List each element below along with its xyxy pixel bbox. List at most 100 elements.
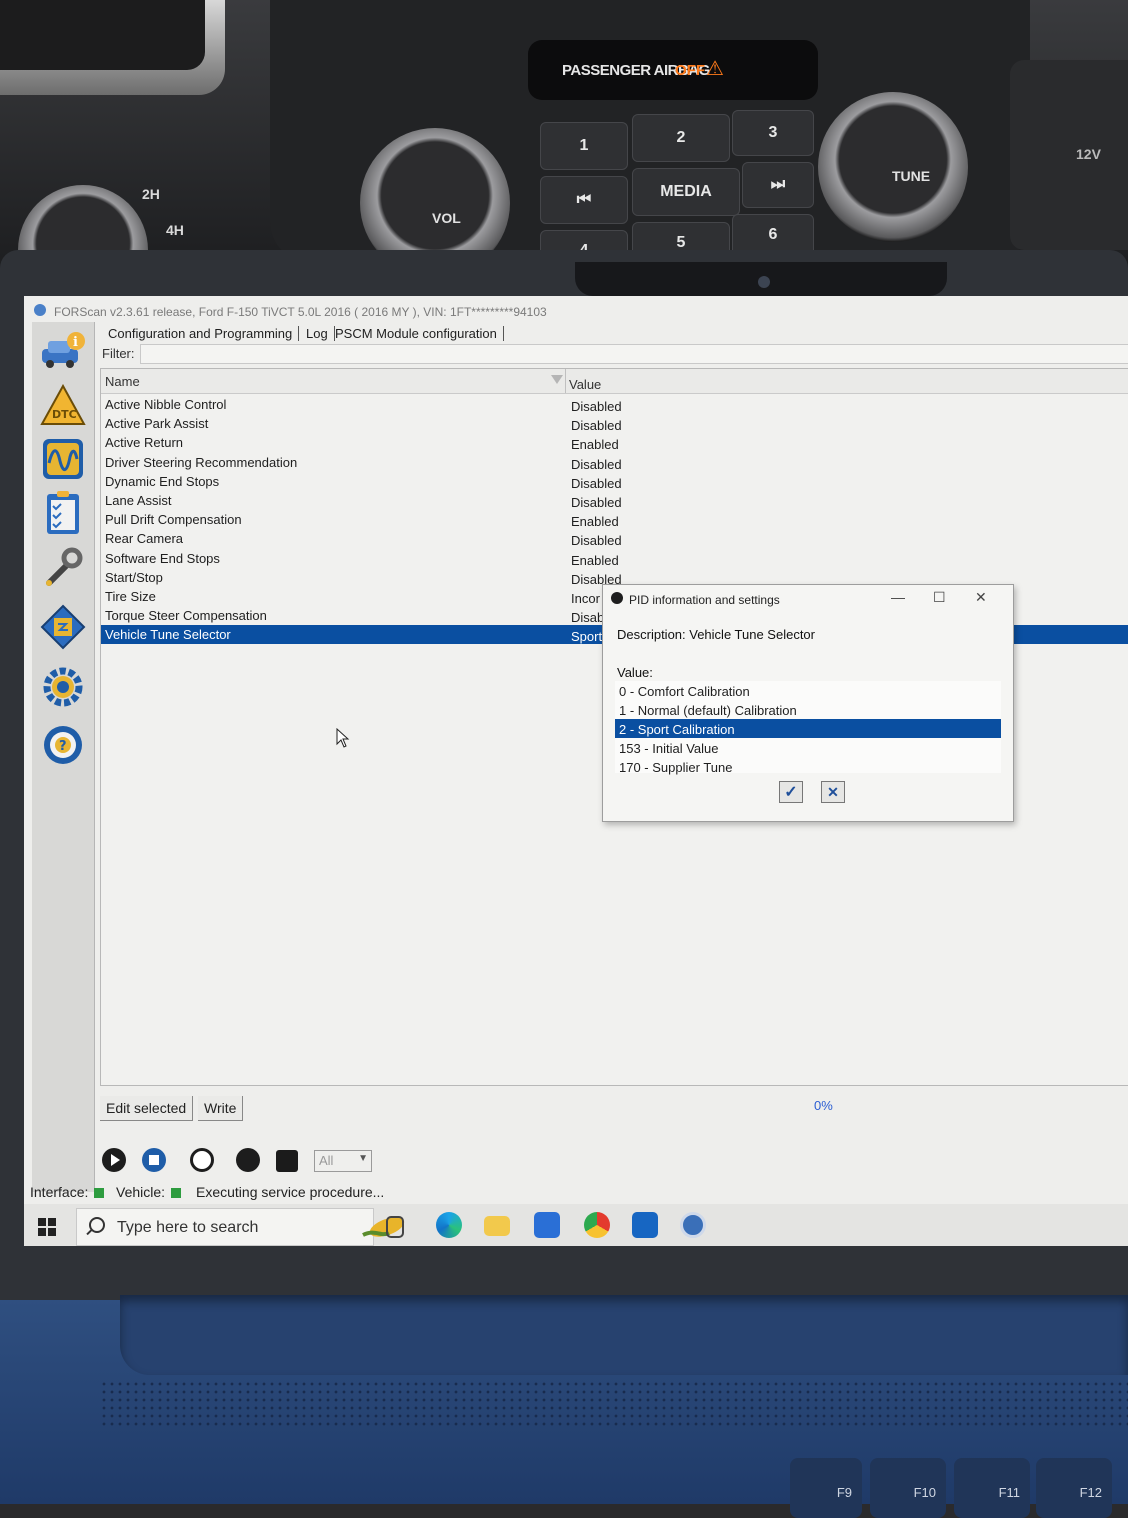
volume-label: VOL — [432, 210, 461, 226]
filter-input[interactable] — [140, 344, 1128, 364]
file-explorer-icon[interactable] — [484, 1216, 510, 1236]
tab-pscm-module-configuration[interactable]: PSCM Module configuration — [335, 326, 504, 341]
svg-text:?: ? — [59, 739, 67, 754]
module-programming-icon[interactable] — [38, 602, 88, 652]
previous-track-button: ⏮ — [540, 176, 628, 224]
row-name: Rear Camera — [105, 531, 184, 547]
row-name: Torque Steer Compensation — [105, 608, 267, 624]
webcam-icon — [758, 276, 770, 288]
value-option-label: 170 - Supplier Tune — [619, 760, 733, 775]
column-header-value[interactable]: Value — [569, 377, 601, 392]
dialog-app-icon — [611, 592, 623, 604]
mouse-cursor-icon — [336, 728, 350, 748]
tab-configuration-and-programming[interactable]: Configuration and Programming — [108, 326, 300, 341]
checklist-icon[interactable] — [38, 488, 88, 538]
edge-browser-icon[interactable] — [436, 1212, 462, 1238]
write-button[interactable]: Write — [198, 1096, 244, 1121]
dialog-minimize-button[interactable]: — — [891, 589, 905, 605]
dialog-title: PID information and settings — [629, 593, 780, 607]
dialog-close-button[interactable]: ✕ — [975, 589, 987, 606]
value-option-list: 0 - Comfort Calibration 1 - Normal (defau… — [615, 681, 1001, 776]
settings-gear-icon[interactable] — [38, 662, 88, 712]
clear-log-icon[interactable] — [236, 1148, 260, 1172]
value-option[interactable]: 1 - Normal (default) Calibration — [615, 700, 1001, 719]
vehicle-led-icon — [171, 1188, 182, 1198]
table-row[interactable]: Active Nibble Control Disabled — [101, 395, 1128, 414]
value-option-label: 0 - Comfort Calibration — [619, 684, 750, 699]
oscilloscope-icon[interactable] — [38, 434, 88, 484]
help-icon[interactable]: ? — [38, 720, 88, 770]
play-icon[interactable] — [102, 1148, 126, 1172]
airbag-status: OFF — [675, 62, 705, 79]
edit-selected-button[interactable]: Edit selected — [100, 1096, 194, 1121]
key-f9: F9 — [790, 1458, 862, 1518]
row-name: Tire Size — [105, 589, 156, 604]
table-row[interactable]: Rear Camera Disabled — [101, 529, 1128, 548]
value-option[interactable]: 0 - Comfort Calibration — [615, 681, 1001, 700]
cancel-button[interactable]: ✕ — [821, 781, 845, 803]
dialog-description: Description: Vehicle Tune Selector — [617, 627, 815, 642]
wrench-icon[interactable] — [38, 542, 88, 592]
stop-icon[interactable] — [142, 1148, 166, 1172]
windows-start-icon[interactable] — [38, 1218, 56, 1236]
table-row[interactable]: Pull Drift Compensation Enabled — [101, 510, 1128, 529]
row-name: Active Park Assist — [105, 416, 209, 432]
row-name: Software End Stops — [105, 550, 220, 566]
power-outlet-panel — [1010, 60, 1128, 250]
windows-taskbar: Type here to search — [24, 1204, 1128, 1246]
status-bar: Interface: Vehicle: Executing service pr… — [24, 1180, 1128, 1202]
table-row[interactable]: Active Return Enabled — [101, 433, 1128, 452]
table-row[interactable]: Software End Stops Enabled — [101, 549, 1128, 568]
save-icon[interactable] — [276, 1150, 298, 1172]
key-f11: F11 — [954, 1458, 1030, 1518]
column-header-name[interactable]: Name — [105, 374, 140, 389]
value-option[interactable]: 2 - Sport Calibration — [615, 719, 1001, 738]
progress-text: 0% — [814, 1098, 833, 1113]
row-name: Active Return — [105, 435, 184, 451]
tab-log[interactable]: Log — [306, 326, 335, 341]
log-filter-select[interactable]: All ▼ — [314, 1150, 372, 1172]
confirm-button[interactable]: ✓ — [779, 781, 803, 803]
row-value: Enabled — [571, 437, 619, 453]
vehicle-info-icon[interactable]: i — [38, 326, 88, 376]
cancel-x-icon: ✕ — [827, 783, 839, 800]
chrome-browser-icon[interactable] — [584, 1212, 610, 1238]
dtc-icon[interactable]: DTC — [38, 380, 88, 430]
tune-knob — [818, 92, 968, 242]
row-name: Pull Drift Compensation — [105, 512, 242, 528]
value-option[interactable]: 170 - Supplier Tune — [615, 757, 1001, 776]
microsoft-store-icon[interactable] — [534, 1212, 560, 1238]
table-row[interactable]: Active Park Assist Disabled — [101, 414, 1128, 433]
interface-status: Interface: — [30, 1184, 110, 1200]
value-option[interactable]: 153 - Initial Value — [615, 738, 1001, 757]
dialog-maximize-button[interactable]: ☐ — [933, 589, 946, 606]
value-option-label: 153 - Initial Value — [619, 741, 719, 756]
svg-text:i: i — [73, 335, 78, 350]
table-row[interactable]: Dynamic End Stops Disabled — [101, 472, 1128, 491]
outlook-icon[interactable] — [632, 1212, 658, 1238]
row-name: Active Nibble Control — [105, 397, 227, 412]
air-vent — [0, 0, 225, 95]
value-option-label: 2 - Sport Calibration — [619, 722, 735, 737]
value-option-label: 1 - Normal (default) Calibration — [619, 703, 797, 718]
column-divider[interactable] — [565, 369, 566, 393]
volume-knob — [360, 128, 510, 268]
row-value: Sport — [571, 629, 603, 645]
lifebuoy-icon[interactable] — [190, 1148, 214, 1172]
row-name: Vehicle Tune Selector — [105, 627, 231, 643]
row-name: Start/Stop — [105, 569, 163, 585]
task-view-icon[interactable] — [386, 1216, 404, 1238]
preset-button-1: 1 — [540, 122, 628, 170]
row-name: Driver Steering Recommendation — [105, 454, 298, 470]
dialog-titlebar: PID information and settings — ☐ ✕ — [603, 585, 1013, 611]
table-row[interactable]: Driver Steering Recommendation Disabled — [101, 453, 1128, 472]
media-button: MEDIA — [632, 168, 740, 216]
row-value: Disabled — [571, 495, 622, 510]
table-row[interactable]: Lane Assist Disabled — [101, 491, 1128, 510]
preset-button-2: 2 — [632, 114, 730, 162]
row-value: Enabled — [571, 514, 619, 530]
table-header: Name Value — [101, 369, 1128, 394]
forscan-taskbar-icon[interactable] — [680, 1212, 706, 1238]
taskbar-search-box[interactable]: Type here to search — [76, 1208, 405, 1246]
svg-text:DTC: DTC — [52, 408, 77, 421]
